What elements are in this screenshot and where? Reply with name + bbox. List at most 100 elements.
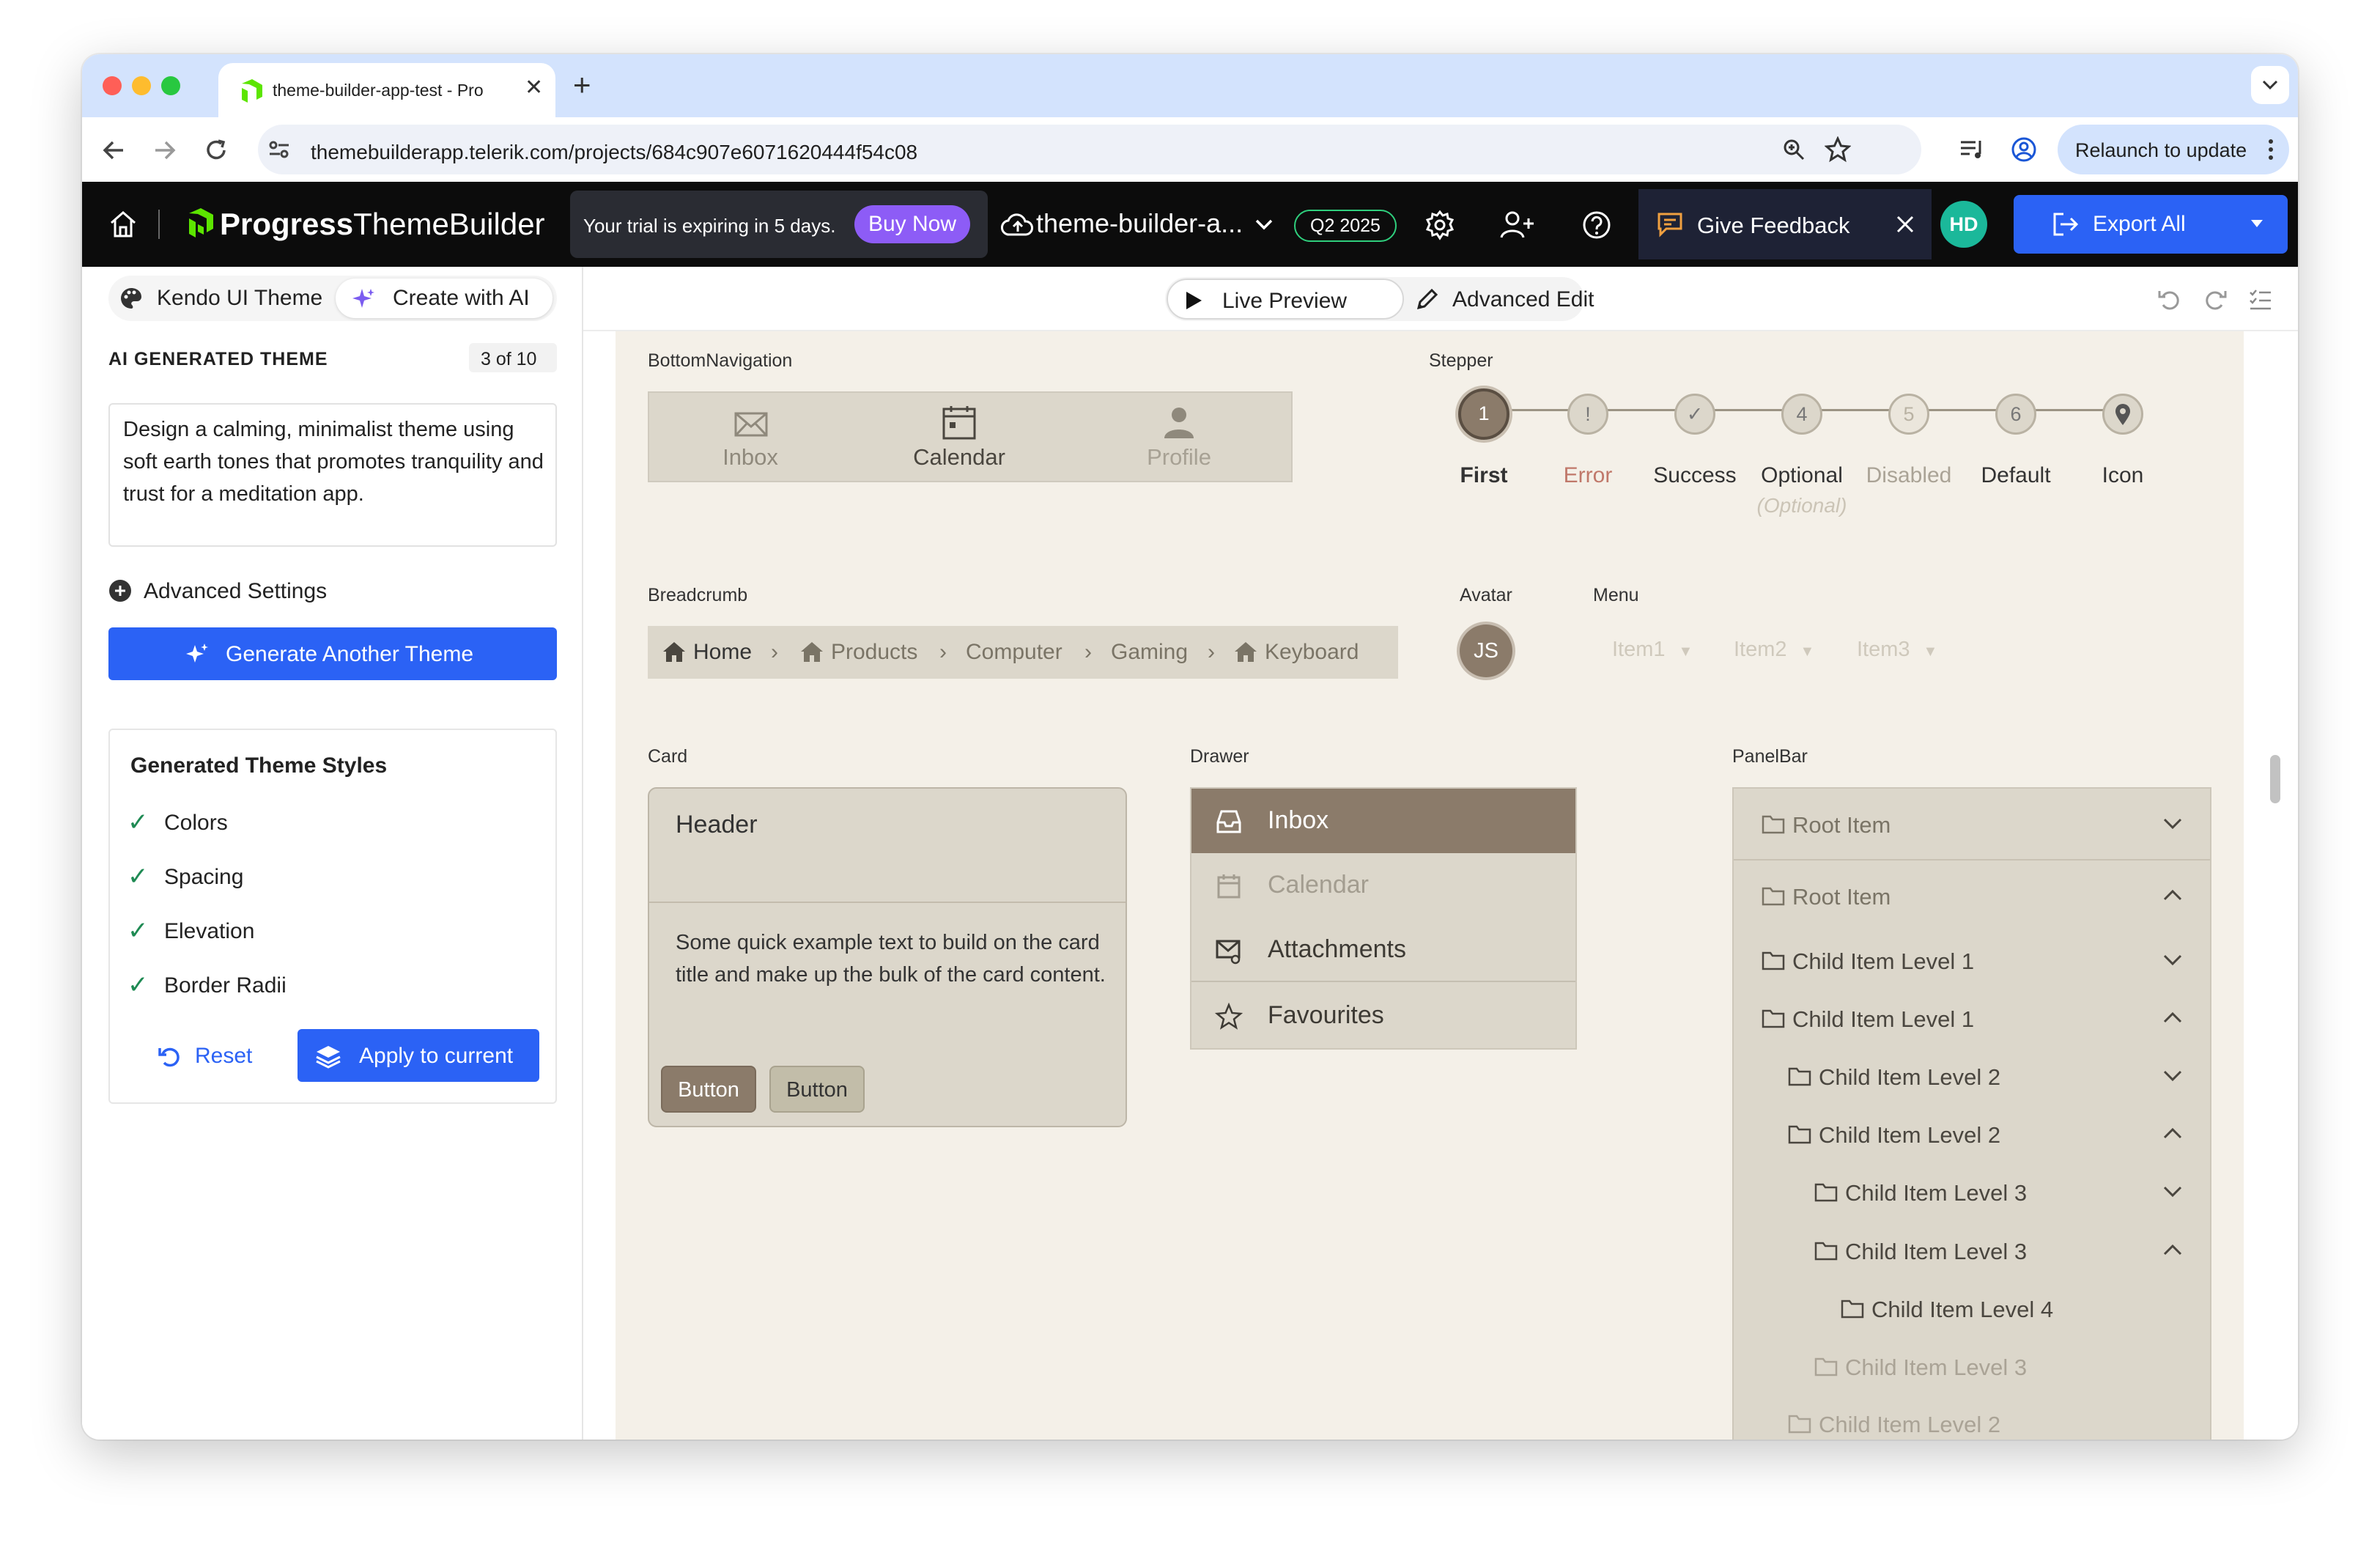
theme-counter-badge: 3 of 10 <box>469 343 557 372</box>
breadcrumb-item-home[interactable]: Home <box>693 640 752 665</box>
drawer-item-favourites[interactable]: Favourites <box>1191 984 1575 1048</box>
breadcrumb-item-keyboard[interactable]: Keyboard <box>1265 640 1359 665</box>
breadcrumb-item-computer[interactable]: Computer <box>966 640 1062 665</box>
apply-to-current-button[interactable]: Apply to current <box>298 1029 539 1082</box>
drawer: Inbox Calendar Attachments Favourites <box>1190 787 1577 1050</box>
breadcrumb-item-gaming[interactable]: Gaming <box>1111 640 1188 665</box>
gear-icon[interactable] <box>1424 210 1455 240</box>
chevron-up-icon <box>2163 889 2182 901</box>
menu-item-2[interactable]: Item2 ▼ <box>1734 638 1814 662</box>
panelbar-item-label: Child Item Level 3 <box>1845 1239 2028 1264</box>
bottom-nav-label: Profile <box>1147 444 1211 470</box>
home-icon[interactable] <box>108 210 138 239</box>
step-marker[interactable]: 6 <box>1995 394 2036 435</box>
caret-down-icon[interactable] <box>2250 218 2264 229</box>
mail-icon <box>734 412 768 437</box>
step-marker[interactable]: 1 <box>1458 388 1509 440</box>
version-badge[interactable]: Q2 2025 <box>1294 210 1397 242</box>
bookmark-star-icon[interactable] <box>1825 136 1851 163</box>
plus-circle-icon[interactable] <box>108 579 132 602</box>
undo-icon[interactable] <box>2157 287 2182 312</box>
app-logo: ProgressThemeBuilder <box>220 207 545 242</box>
breadcrumb-separator: › <box>771 640 778 664</box>
give-feedback-button[interactable]: Give Feedback <box>1638 189 1932 259</box>
bottom-nav-item-inbox[interactable]: Inbox <box>649 393 851 484</box>
tab-title: theme-builder-app-test - Pro <box>273 81 484 100</box>
minimize-window-button[interactable] <box>132 76 151 95</box>
buy-now-button[interactable]: Buy Now <box>854 205 970 243</box>
drawer-item-calendar[interactable]: Calendar <box>1191 853 1575 918</box>
checklist-icon[interactable] <box>2248 287 2273 312</box>
tab-search-button[interactable] <box>2251 66 2289 104</box>
chevron-down-icon <box>2262 80 2278 90</box>
step-marker[interactable]: 4 <box>1781 394 1822 435</box>
back-arrow-icon[interactable] <box>101 138 126 163</box>
breadcrumb-item-products[interactable]: Products <box>831 640 917 665</box>
folder-icon <box>1762 1009 1785 1028</box>
bottom-nav-item-calendar[interactable]: Calendar <box>851 393 1067 484</box>
step-label: Icon <box>2102 463 2144 487</box>
panelbar-item-label: Child Item Level 1 <box>1792 948 1975 974</box>
menu-item-3[interactable]: Item3 ▼ <box>1857 638 1937 662</box>
close-icon[interactable] <box>1895 214 1915 235</box>
advanced-settings-toggle[interactable]: Advanced Settings <box>144 579 327 604</box>
bottom-nav-item-profile[interactable]: Profile <box>1067 393 1291 484</box>
home-icon <box>663 642 685 662</box>
export-all-button[interactable]: Export All <box>2014 195 2288 254</box>
chevron-down-icon <box>2163 1186 2182 1198</box>
header-divider <box>158 210 160 239</box>
ai-prompt-textarea[interactable]: Design a calming, minimalist theme using… <box>108 403 557 547</box>
chevron-up-icon <box>2163 1244 2182 1256</box>
avatar-label: Avatar <box>1460 585 1512 605</box>
step-marker-success[interactable]: ✓ <box>1674 394 1715 435</box>
folder-icon <box>1841 1300 1864 1319</box>
calendar-icon <box>1217 874 1241 899</box>
media-controls-icon[interactable] <box>1959 138 1986 161</box>
mail-attachment-icon <box>1216 940 1241 965</box>
card-secondary-button[interactable]: Button <box>769 1066 865 1113</box>
drawer-item-inbox[interactable]: Inbox <box>1191 789 1575 853</box>
url-text[interactable]: themebuilderapp.telerik.com/projects/684… <box>311 141 917 164</box>
reset-button[interactable]: Reset <box>149 1029 274 1082</box>
card-primary-button[interactable]: Button <box>661 1066 756 1113</box>
menu-item-1[interactable]: Item1 ▼ <box>1612 638 1693 662</box>
live-preview-button[interactable]: Live Preview <box>1167 279 1404 320</box>
preview-scrollbar-thumb[interactable] <box>2270 755 2280 803</box>
help-icon[interactable] <box>1581 210 1612 240</box>
chevron-down-icon[interactable] <box>1254 218 1274 232</box>
tab-create-with-ai[interactable]: Create with AI <box>336 279 552 318</box>
step-label: Disabled <box>1866 463 1952 487</box>
profile-icon[interactable] <box>2011 136 2037 163</box>
tab-kendo-ui-theme[interactable]: Kendo UI Theme <box>157 286 322 311</box>
tab-close-icon[interactable]: ✕ <box>525 75 543 100</box>
drawer-item-attachments[interactable]: Attachments <box>1191 918 1575 982</box>
new-tab-icon[interactable]: + <box>573 67 591 103</box>
project-name[interactable]: theme-builder-a... <box>1036 208 1243 239</box>
add-user-icon[interactable] <box>1499 210 1536 240</box>
trial-banner: Your trial is expiring in 5 days. Buy No… <box>570 191 988 258</box>
step-label: Default <box>1981 463 2051 487</box>
maximize-window-button[interactable] <box>161 76 180 95</box>
generate-another-theme-button[interactable]: Generate Another Theme <box>108 627 557 680</box>
card-label: Card <box>648 746 688 767</box>
panelbar-item-label: Child Item Level 4 <box>1871 1297 2054 1322</box>
user-avatar[interactable]: HD <box>1940 201 1987 248</box>
advanced-edit-button[interactable]: Advanced Edit <box>1452 287 1594 312</box>
redo-icon[interactable] <box>2203 287 2228 312</box>
step-marker-icon[interactable] <box>2102 394 2143 435</box>
forward-arrow-icon[interactable] <box>152 138 177 163</box>
relaunch-button[interactable]: Relaunch to update <box>2058 125 2289 174</box>
zoom-icon[interactable] <box>1782 138 1806 161</box>
browser-tab[interactable]: theme-builder-app-test - Pro ✕ <box>218 63 555 117</box>
folder-icon <box>1814 1183 1838 1202</box>
site-settings-icon[interactable] <box>268 139 290 160</box>
palette-icon <box>121 288 141 309</box>
reload-icon[interactable] <box>204 138 229 163</box>
breadcrumb-separator: › <box>939 640 947 664</box>
create-with-ai-label: Create with AI <box>393 286 530 310</box>
close-window-button[interactable] <box>103 76 122 95</box>
breadcrumb-label: Breadcrumb <box>648 585 748 605</box>
avatar: JS <box>1460 624 1512 677</box>
drawer-item-label: Attachments <box>1268 935 1406 963</box>
step-marker-error[interactable]: ! <box>1567 394 1608 435</box>
